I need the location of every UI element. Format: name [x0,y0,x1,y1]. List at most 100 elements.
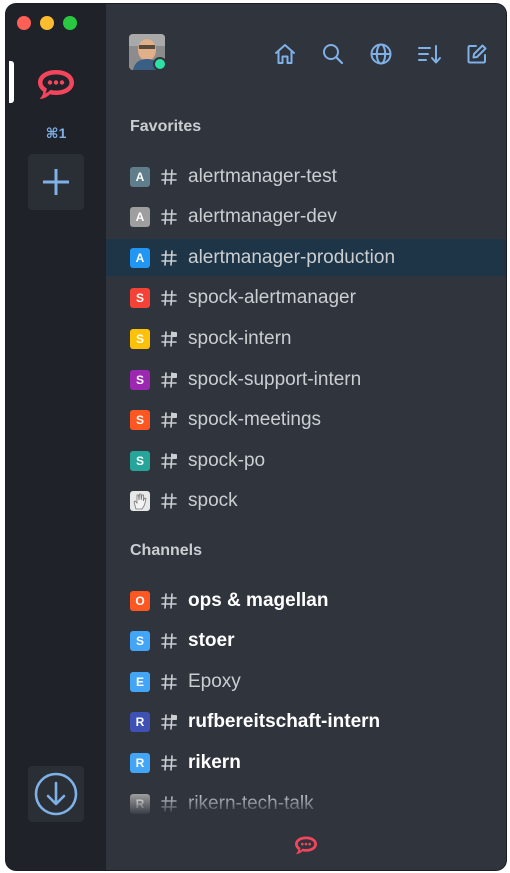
server-shortcut-label: ⌘1 [45,125,67,141]
server-rocketchat[interactable] [28,59,84,109]
hash-icon [161,168,177,185]
private-channel-icon [161,714,177,731]
room-avatar: S [130,328,150,349]
room-type [159,329,179,349]
room-avatar: A [130,207,150,228]
room-name: alertmanager-production [188,246,396,268]
room-item-stoer[interactable]: Sstoer [106,623,506,660]
hash-icon [161,209,177,225]
room-item-epoxy[interactable]: E Epoxy [106,663,506,700]
room-type [159,712,179,732]
room-type [159,410,179,430]
room-avatar: S [130,450,150,471]
add-server-button[interactable] [28,154,84,210]
room-type [159,288,179,308]
user-status-indicator [153,57,167,71]
sort-button[interactable] [412,38,446,70]
room-type [159,672,179,692]
room-item-rufbereitschaft-intern[interactable]: Rrufbereitschaft-intern [106,704,506,741]
globe-icon [370,43,392,65]
room-type [159,370,179,390]
room-name: Epoxy [188,670,241,692]
room-name: spock [188,490,238,512]
hash-icon [161,290,177,307]
room-avatar: O [130,590,150,611]
edit-icon [467,44,487,64]
room-item-alertmanager-test[interactable]: Aalertmanager-test [106,158,506,195]
room-avatar: R [130,712,150,733]
room-type [159,248,179,268]
maximize-window-button[interactable] [63,16,77,30]
hash-icon [161,673,177,690]
room-avatar: A [130,247,150,268]
hash-icon [161,493,177,510]
download-icon [34,772,78,816]
room-type [159,591,179,611]
sidebar-toolbar [268,38,494,70]
minimize-window-button[interactable] [40,16,54,30]
room-avatar: S [130,288,150,309]
room-type [159,631,179,651]
sidebar-footer-logo [106,834,506,856]
room-avatar: A [130,166,150,187]
app-window: ⌘1 Favorites A alertmanager-test A alert… [6,4,506,870]
room-type [159,753,179,773]
section-title-channels: Channels [130,542,203,559]
room-type [159,451,179,471]
room-item-ops-magellan[interactable]: Oops & magellan [106,582,506,619]
room-avatar: S [130,369,150,390]
room-name: rufbereitschaft-intern [188,711,381,733]
list-scroll-fade [106,794,506,816]
room-item-spock-po[interactable]: Sspock-po [106,442,506,479]
room-avatar: S [130,410,150,431]
room-name: alertmanager-test [188,165,337,187]
hash-icon [161,633,177,649]
room-name: stoer [188,630,235,652]
private-channel-icon [161,452,177,469]
room-avatar: E [130,671,150,692]
search-icon [323,44,344,65]
vulcan-salute-icon [133,493,147,510]
room-name: spock-support-intern [188,368,362,390]
room-type [159,491,179,511]
sidebar-header [106,4,506,84]
room-item-spock-alertmanager[interactable]: Sspock-alertmanager [106,280,506,317]
room-item-rikern[interactable]: Rrikern [106,744,506,781]
plus-icon [43,169,69,195]
server-rail: ⌘1 [6,4,106,870]
room-type [159,167,179,187]
room-sidebar: Favorites Aalertmanager-test Aalertmanage… [106,4,506,870]
room-item-spock-support-intern[interactable]: Sspock-support-intern [106,361,506,398]
active-server-indicator [9,61,14,103]
room-item-spock-intern[interactable]: Sspock-intern [106,320,506,357]
private-channel-icon [161,331,177,347]
room-avatar: S [130,631,150,652]
room-avatar: R [130,752,150,773]
private-channel-icon [161,412,177,428]
room-name: spock-meetings [188,409,322,431]
directory-button[interactable] [364,38,398,70]
downloads-button[interactable] [28,766,84,822]
search-button[interactable] [316,38,350,70]
close-window-button[interactable] [17,16,31,30]
room-name: rikern [188,751,241,773]
room-item-spock[interactable]: spock [106,483,506,520]
room-item-spock-meetings[interactable]: Sspock-meetings [106,402,506,439]
home-icon [275,44,295,64]
room-type [159,207,179,227]
window-controls [17,16,77,30]
room-item-alertmanager-production[interactable]: Aalertmanager-production [106,239,506,277]
room-name: alertmanager-dev [188,206,337,228]
room-name: spock-alertmanager [188,287,356,309]
section-title-favorites: Favorites [130,118,202,135]
sort-icon [418,45,441,64]
create-new-button[interactable] [460,38,494,70]
private-channel-icon [161,371,177,388]
hash-icon [161,592,177,609]
rocketchat-small-logo-icon [295,836,317,855]
room-item-alertmanager-dev[interactable]: Aalertmanager-dev [106,199,506,236]
hash-icon [161,755,177,771]
home-button[interactable] [268,38,302,70]
room-name: ops & magellan [188,589,329,611]
rocketchat-logo-icon [38,70,74,99]
